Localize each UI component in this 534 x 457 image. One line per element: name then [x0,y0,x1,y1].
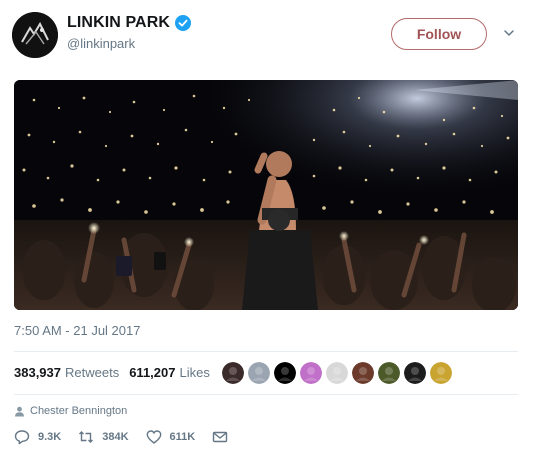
divider [14,351,518,352]
chevron-down-icon[interactable] [502,26,516,40]
reply-count: 9.3K [38,431,62,443]
liker-avatar[interactable] [404,362,426,384]
liker-avatar[interactable] [248,362,270,384]
retweet-button[interactable]: 384K [78,429,129,445]
name-row: LINKIN PARK [67,14,192,32]
reply-icon [14,430,30,445]
retweets-stat[interactable]: 383,937 Retweets [14,365,119,380]
account-handle[interactable]: @linkinpark [67,36,135,51]
likes-label: Likes [179,365,210,380]
tweet-media-photo[interactable] [14,80,518,310]
likes-stat[interactable]: 611,207 Likes [129,365,210,380]
account-avatar[interactable] [12,12,58,58]
liker-avatar[interactable] [274,362,296,384]
mention-row[interactable]: Chester Bennington [14,405,127,417]
liker-avatar[interactable] [352,362,374,384]
tweet-timestamp[interactable]: 7:50 AM - 21 Jul 2017 [14,323,140,338]
retweet-icon [79,431,94,443]
retweets-count: 383,937 [14,365,61,380]
tweet-stats: 383,937 Retweets 611,207 Likes [14,365,210,380]
envelope-icon [213,431,228,443]
like-count: 611K [169,431,196,443]
retweets-label: Retweets [65,365,120,380]
display-name[interactable]: LINKIN PARK [67,14,170,32]
person-icon [14,406,25,417]
liker-avatars [222,362,456,384]
tweet-header: LINKIN PARK @linkinpark Follow [0,0,534,70]
liker-avatar[interactable] [430,362,452,384]
follow-button[interactable]: Follow [391,18,487,50]
mentioned-user-name: Chester Bennington [30,405,128,417]
verified-badge-icon [175,15,192,31]
direct-message-button[interactable] [212,429,236,445]
divider [14,394,518,395]
retweet-count: 384K [102,431,129,443]
liker-avatar[interactable] [300,362,322,384]
liker-avatar[interactable] [222,362,244,384]
tweet-actions: 9.3K 384K 611K [14,429,253,445]
liker-avatar[interactable] [378,362,400,384]
reply-button[interactable]: 9.3K [14,429,61,445]
liker-avatar[interactable] [326,362,348,384]
like-button[interactable]: 611K [146,429,196,445]
heart-icon [146,430,161,444]
likes-count: 611,207 [129,365,176,380]
